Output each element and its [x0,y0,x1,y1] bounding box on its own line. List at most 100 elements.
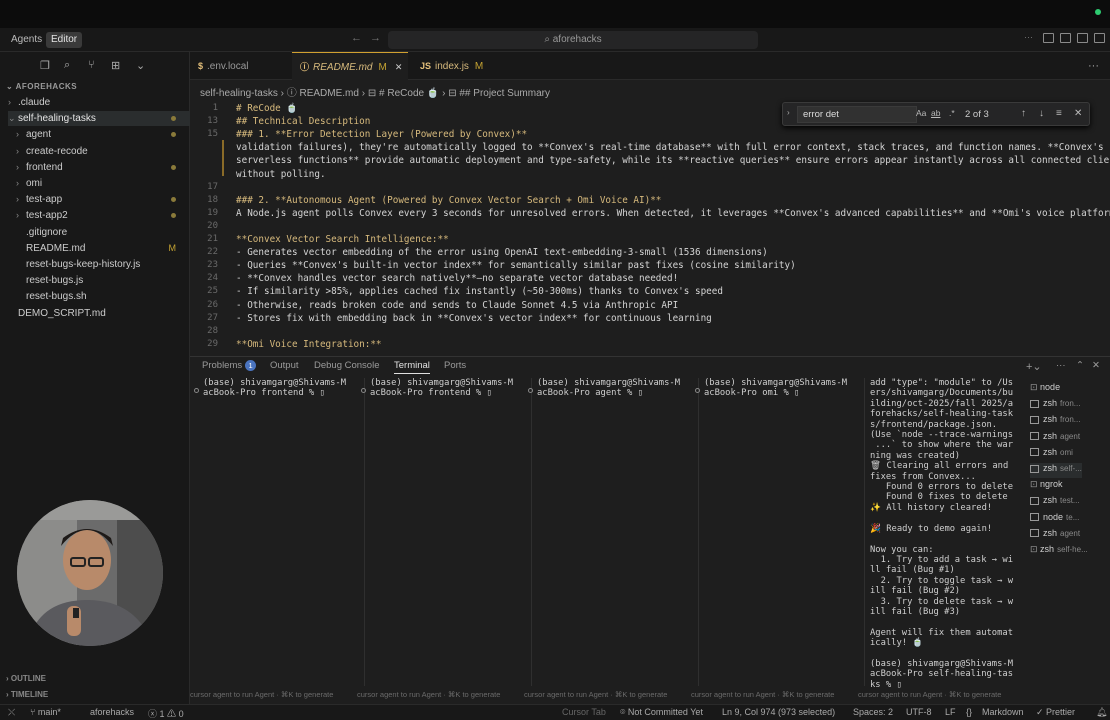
code-line[interactable]: **Convex Vector Search Intelligence:** [236,234,449,245]
sidebar-item[interactable]: README.md M [16,241,190,256]
close-tab-icon[interactable]: ✕ [395,62,403,72]
pane-divider[interactable] [531,378,532,686]
commit-status[interactable]: ⌾ Not Committed Yet [620,707,703,718]
sidebar-item[interactable]: › test-app2 [16,208,190,223]
sidebar-item[interactable]: reset-bugs.sh [16,289,190,304]
toggle-secondary-sidebar-icon[interactable] [1077,33,1088,43]
extensions-icon[interactable]: ⊞ [111,59,120,72]
toggle-sidebar-icon[interactable] [1043,33,1054,43]
terminal-pane-self-healing[interactable]: add "type": "module" to /Us ers/shivamga… [870,378,1022,690]
language-mode[interactable]: Markdown [982,707,1024,717]
tab-problems[interactable]: Problems 1 [202,360,257,371]
sidebar-item[interactable]: › create-recode [16,144,190,159]
more-icon[interactable]: ··· [1024,32,1033,42]
tab-file[interactable]: ⓘ README.md M ✕ [292,52,408,80]
chevron-up-icon[interactable]: ⌃ [1076,360,1084,371]
code-line[interactable]: - Otherwise, reads broken code and sends… [236,300,678,311]
terminal-list-item[interactable]: node te... [1030,512,1079,527]
sidebar-item[interactable]: › frontend [16,160,190,175]
find-in-selection-icon[interactable]: ≡ [1056,108,1062,119]
code-line[interactable]: **Omi Voice Integration:** [236,339,382,350]
code-line[interactable]: serverless functions** provide automatic… [236,155,1110,166]
code-line[interactable]: - If similarity >85%, applies cached fix… [236,286,723,297]
terminal-pane-frontend[interactable]: (base) shivamgarg@Shivams-M acBook-Pro f… [194,378,363,688]
terminal-list-item[interactable]: ⊡ ngrok [1030,479,1066,494]
code-editor[interactable]: 1 # ReCode 🍵 13 ## Technical Description 15 #… [190,98,1110,354]
terminal-list-item[interactable]: zsh agent [1030,528,1080,543]
find-input[interactable]: error det [797,106,917,123]
branch-indicator[interactable]: ⑂ main* [30,707,61,717]
more-icon[interactable]: ··· [1088,60,1099,72]
end-of-line[interactable]: LF [945,707,956,717]
match-case-toggle[interactable]: Aa [916,108,926,118]
terminal-list-item[interactable]: zsh self-... [1030,463,1082,478]
code-line[interactable]: # ReCode 🍵 [236,103,298,114]
sidebar-item[interactable]: .gitignore [16,225,190,240]
search-icon[interactable]: ⌕ [64,59,70,72]
terminal-list-item[interactable]: zsh omi [1030,447,1073,462]
remote-icon[interactable]: ⤬ [8,707,15,718]
encoding[interactable]: UTF-8 [906,707,932,717]
workspace-label[interactable]: aforehacks [90,707,134,717]
code-line[interactable]: A Node.js agent polls Convex every 3 sec… [236,208,1110,219]
sidebar-item[interactable]: › omi [16,176,190,191]
sidebar-item[interactable]: › test-app [16,192,190,207]
more-icon[interactable]: ··· [1056,360,1066,371]
back-arrow-icon[interactable]: ← [351,32,362,44]
add-terminal-icon[interactable]: +⌄ [1026,360,1042,373]
sidebar-item[interactable]: › .claude [8,95,190,110]
regex-toggle[interactable]: .* [949,108,955,118]
code-line[interactable]: validation failures), they're automatica… [236,142,1104,153]
cursor-tab-label[interactable]: Cursor Tab [562,707,606,717]
pane-divider[interactable] [364,378,365,686]
code-line[interactable]: ## Technical Description [236,116,370,127]
cursor-position[interactable]: Ln 9, Col 974 (973 selected) [722,707,835,717]
problems-indicator[interactable]: ⓧ 1 ⚠ 0 [148,707,184,720]
chevron-right-icon[interactable]: › [787,108,790,117]
sidebar-item[interactable]: › agent [16,127,190,142]
code-line[interactable]: ### 1. **Error Detection Layer (Powered … [236,129,527,140]
sidebar-item[interactable]: DEMO_SCRIPT.md [8,306,190,321]
timeline-section[interactable]: › TIMELINE [6,690,48,699]
tab-file[interactable]: JS index.js M [412,52,508,80]
code-line[interactable]: - Stores fix with embedding back in **Co… [236,313,712,324]
code-line[interactable]: without polling. [236,169,326,180]
whole-word-toggle[interactable]: ab [931,108,940,118]
pane-divider[interactable] [864,378,865,686]
agents-mode-button[interactable]: Agents [6,32,47,48]
arrow-down-icon[interactable]: ↓ [1039,108,1044,119]
indentation[interactable]: Spaces: 2 [853,707,893,717]
tab-ports[interactable]: Ports [444,360,466,371]
formatter-indicator[interactable]: ✓ Prettier [1036,707,1075,718]
terminal-list-item[interactable]: zsh fron... [1030,398,1080,413]
sidebar-item[interactable]: ⌄ self-healing-tasks [8,111,190,127]
code-line[interactable]: ### 2. **Autonomous Agent (Powered by Co… [236,195,661,206]
forward-arrow-icon[interactable]: → [370,32,381,44]
terminal-pane-agent[interactable]: (base) shivamgarg@Shivams-M acBook-Pro a… [528,378,697,688]
files-icon[interactable]: ❐ [40,59,50,72]
source-control-icon[interactable]: ⑂ [88,59,95,71]
terminal-list-item[interactable]: zsh agent [1030,431,1080,446]
terminal-pane-omi[interactable]: (base) shivamgarg@Shivams-M acBook-Pro o… [695,378,864,688]
tab-debug-console[interactable]: Debug Console [314,360,380,371]
explorer-section-title[interactable]: ⌄ AFOREHACKS [6,82,77,91]
command-search-box[interactable]: ⌕ aforehacks [388,31,758,49]
code-line[interactable]: - **Convex handles vector search nativel… [236,273,678,284]
code-line[interactable]: - Generates vector embedding of the erro… [236,247,768,258]
chevron-down-icon[interactable]: ⌄ [136,59,145,72]
sidebar-item[interactable]: reset-bugs-keep-history.js [16,257,190,272]
close-icon[interactable]: ✕ [1074,108,1082,119]
code-line[interactable]: - Queries **Convex's built-in vector ind… [236,260,796,271]
terminal-list-item[interactable]: ⊡ zsh self-he... [1030,544,1088,559]
tab-terminal[interactable]: Terminal [394,360,430,374]
terminal-pane-frontend-2[interactable]: (base) shivamgarg@Shivams-M acBook-Pro f… [361,378,530,688]
editor-mode-button[interactable]: Editor [46,32,83,48]
tab-file[interactable]: $ .env.local [190,52,290,80]
tab-output[interactable]: Output [270,360,299,371]
pane-divider[interactable] [698,378,699,686]
toggle-panel-icon[interactable] [1060,33,1071,43]
notifications-icon[interactable]: 🔔︎ [1096,707,1107,718]
layout-icon[interactable] [1094,33,1105,43]
arrow-up-icon[interactable]: ↑ [1021,108,1026,119]
sidebar-item[interactable]: reset-bugs.js [16,273,190,288]
